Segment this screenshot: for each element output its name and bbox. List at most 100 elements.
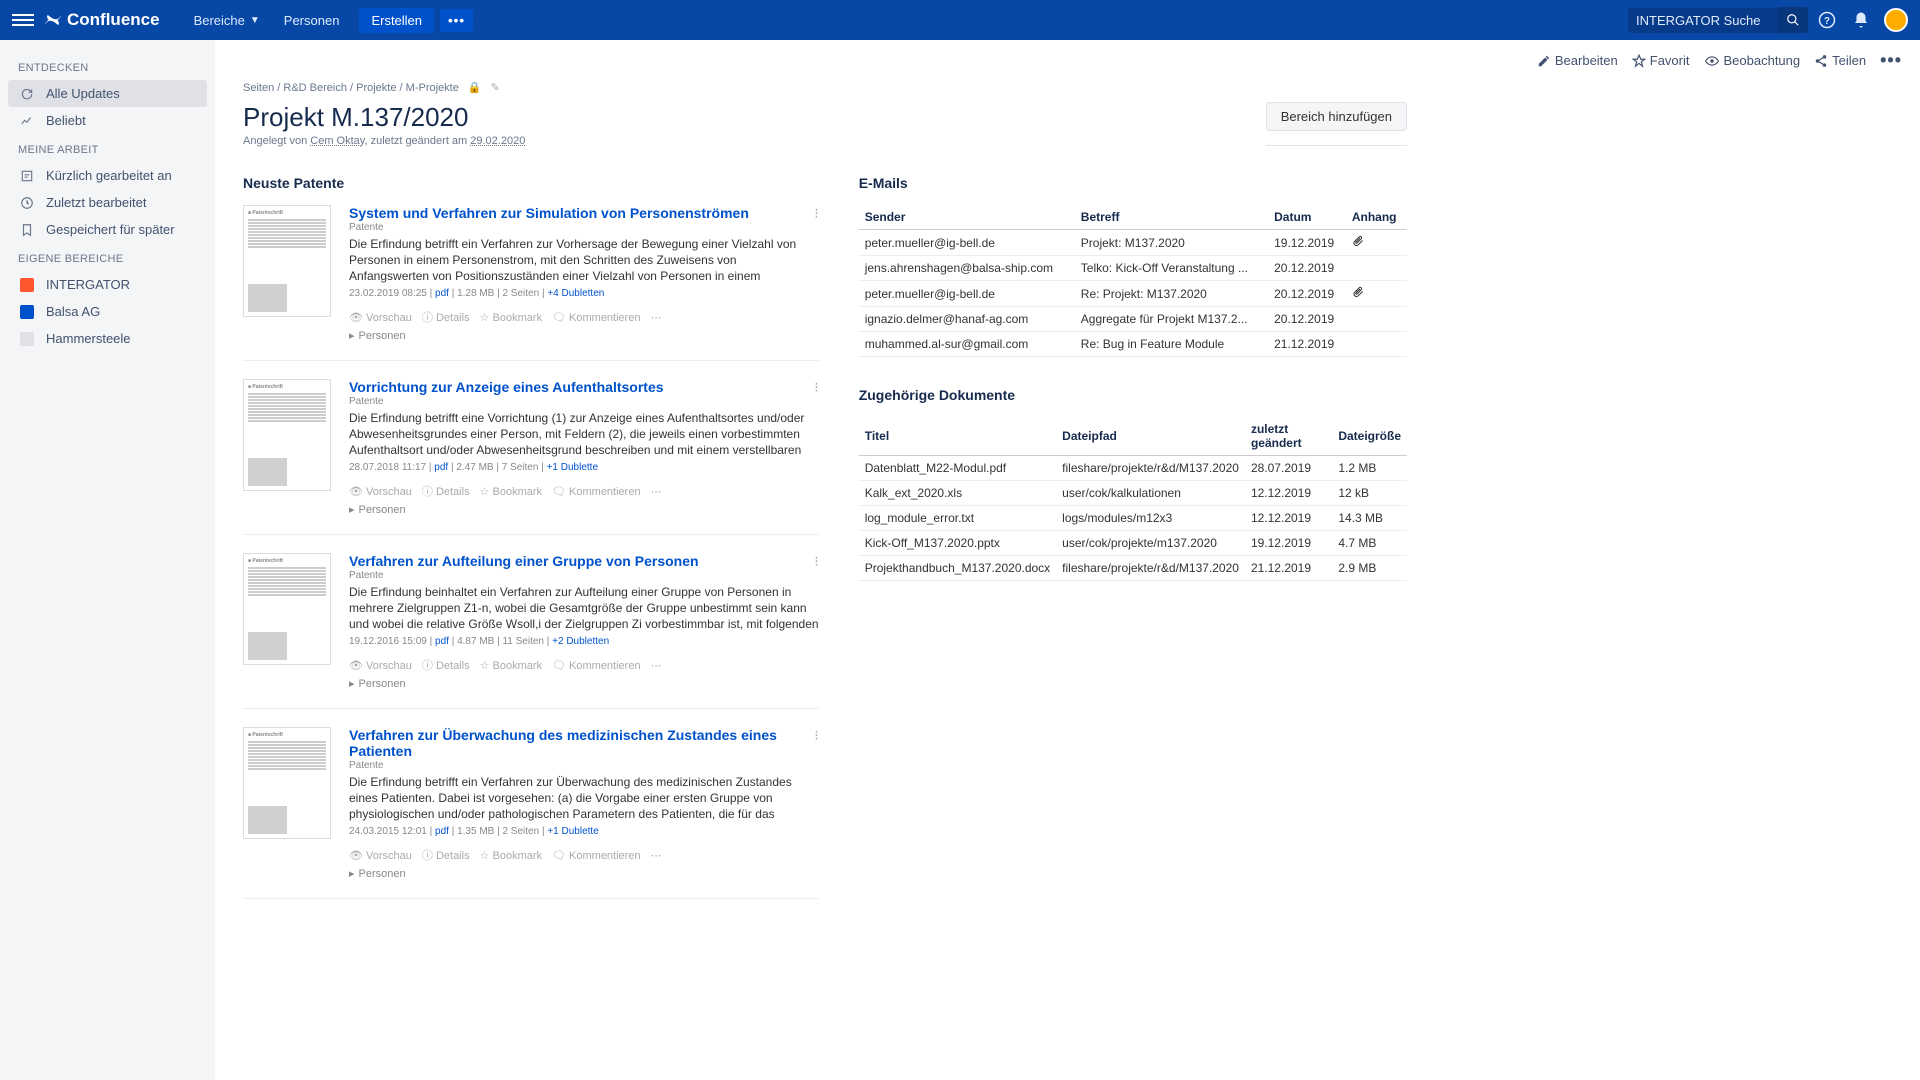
space-icon <box>18 332 36 346</box>
email-row[interactable]: peter.mueller@ig-bell.deProjekt: M137.20… <box>859 230 1407 256</box>
patent-type: Patente <box>349 396 819 407</box>
nav-people[interactable]: Personen <box>272 0 352 40</box>
comment-action[interactable]: 🗨 Kommentieren <box>552 659 641 672</box>
modified-date-link[interactable]: 29.02.2020 <box>470 135 525 147</box>
watch-button[interactable]: Beobachtung <box>1704 53 1801 68</box>
restrictions-icon[interactable]: 🔒 <box>468 82 482 94</box>
document-thumbnail[interactable]: ■ Patentschrift <box>243 379 331 491</box>
row-more-icon[interactable]: ⋯ <box>651 311 662 324</box>
document-thumbnail[interactable]: ■ Patentschrift <box>243 553 331 665</box>
attachment-icon <box>1352 235 1364 247</box>
details-action[interactable]: ⓘ Details <box>422 483 470 499</box>
breadcrumb-item[interactable]: R&D Bereich <box>283 82 347 94</box>
duplicates-link[interactable]: +2 Dubletten <box>552 636 609 647</box>
breadcrumb-item[interactable]: M-Projekte <box>406 82 459 94</box>
email-row[interactable]: ignazio.delmer@hanaf-ag.comAggregate für… <box>859 307 1407 332</box>
email-row[interactable]: peter.mueller@ig-bell.deRe: Projekt: M13… <box>859 281 1407 307</box>
document-thumbnail[interactable]: ■ Patentschrift <box>243 205 331 317</box>
comment-action[interactable]: 🗨 Kommentieren <box>552 849 641 862</box>
format-link[interactable]: pdf <box>435 288 449 299</box>
breadcrumb-item[interactable]: Projekte <box>356 82 396 94</box>
persons-expand[interactable]: ▸ Personen <box>349 677 819 690</box>
row-more-icon[interactable]: ⋯ <box>651 659 662 672</box>
preview-action[interactable]: 👁 Vorschau <box>349 311 412 324</box>
details-action[interactable]: ⓘ Details <box>422 309 470 325</box>
preview-action[interactable]: 👁 Vorschau <box>349 849 412 862</box>
format-link[interactable]: pdf <box>435 636 449 647</box>
details-action[interactable]: ⓘ Details <box>422 657 470 673</box>
confluence-logo[interactable]: Confluence <box>44 10 160 30</box>
sidebar-space-item[interactable]: INTERGATOR <box>8 271 207 298</box>
row-menu-icon[interactable]: ⁝ <box>814 205 818 222</box>
doc-size: 12 kB <box>1332 481 1407 506</box>
user-avatar[interactable] <box>1884 8 1908 32</box>
format-link[interactable]: pdf <box>435 826 449 837</box>
add-space-button[interactable]: Bereich hinzufügen <box>1266 102 1407 131</box>
persons-expand[interactable]: ▸ Personen <box>349 503 819 516</box>
sidebar-item[interactable]: Beliebt <box>8 107 207 134</box>
edit-button[interactable]: Bearbeiten <box>1537 53 1618 68</box>
doc-row[interactable]: Kick-Off_M137.2020.pptxuser/cok/projekte… <box>859 531 1407 556</box>
comment-action[interactable]: 🗨 Kommentieren <box>552 485 641 498</box>
breadcrumb-item[interactable]: Seiten <box>243 82 274 94</box>
share-icon <box>1814 54 1828 68</box>
search-input[interactable] <box>1628 8 1778 33</box>
edit-inline-icon[interactable]: ✎ <box>491 82 500 94</box>
format-link[interactable]: pdf <box>434 462 448 473</box>
sidebar-space-item[interactable]: Hammersteele <box>8 325 207 352</box>
email-subject: Re: Bug in Feature Module <box>1075 332 1268 357</box>
persons-expand[interactable]: ▸ Personen <box>349 329 819 342</box>
search-icon <box>1786 13 1800 27</box>
email-row[interactable]: muhammed.al-sur@gmail.comRe: Bug in Feat… <box>859 332 1407 357</box>
sidebar-section-mywork: MEINE ARBEIT <box>8 134 207 162</box>
doc-row[interactable]: Projekthandbuch_M137.2020.docxfileshare/… <box>859 556 1407 581</box>
favorite-button[interactable]: Favorit <box>1632 53 1690 68</box>
doc-row[interactable]: Kalk_ext_2020.xlsuser/cok/kalkulationen1… <box>859 481 1407 506</box>
persons-expand[interactable]: ▸ Personen <box>349 867 819 880</box>
row-menu-icon[interactable]: ⁝ <box>814 727 818 744</box>
duplicates-link[interactable]: +1 Dublette <box>547 462 598 473</box>
preview-action[interactable]: 👁 Vorschau <box>349 659 412 672</box>
share-button[interactable]: Teilen <box>1814 53 1866 68</box>
col-title: Titel <box>859 417 1056 456</box>
document-thumbnail[interactable]: ■ Patentschrift <box>243 727 331 839</box>
comment-action[interactable]: 🗨 Kommentieren <box>552 311 641 324</box>
duplicates-link[interactable]: +4 Dubletten <box>547 288 604 299</box>
sidebar-space-item[interactable]: Balsa AG <box>8 298 207 325</box>
sidebar-item[interactable]: Kürzlich gearbeitet an <box>8 162 207 189</box>
help-icon[interactable]: ? <box>1812 5 1842 35</box>
patent-title[interactable]: Verfahren zur Überwachung des medizinisc… <box>349 727 819 759</box>
search-button[interactable] <box>1778 7 1808 33</box>
more-actions-icon[interactable]: ••• <box>1880 50 1902 71</box>
sidebar-item[interactable]: Alle Updates <box>8 80 207 107</box>
create-more-button[interactable]: ••• <box>440 9 473 32</box>
row-more-icon[interactable]: ⋯ <box>651 849 662 862</box>
sidebar-item[interactable]: Gespeichert für später <box>8 216 207 243</box>
doc-size: 4.7 MB <box>1332 531 1407 556</box>
sidebar-item[interactable]: Zuletzt bearbeitet <box>8 189 207 216</box>
email-row[interactable]: jens.ahrenshagen@balsa-ship.comTelko: Ki… <box>859 256 1407 281</box>
chevron-down-icon: ▼ <box>250 15 260 26</box>
patent-title[interactable]: Verfahren zur Aufteilung einer Gruppe vo… <box>349 553 819 569</box>
create-button[interactable]: Erstellen <box>359 8 434 33</box>
row-more-icon[interactable]: ⋯ <box>651 485 662 498</box>
patent-title[interactable]: Vorrichtung zur Anzeige eines Aufenthalt… <box>349 379 819 395</box>
details-action[interactable]: ⓘ Details <box>422 847 470 863</box>
row-menu-icon[interactable]: ⁝ <box>814 379 818 396</box>
doc-row[interactable]: log_module_error.txtlogs/modules/m12x312… <box>859 506 1407 531</box>
doc-row[interactable]: Datenblatt_M22-Modul.pdffileshare/projek… <box>859 456 1407 481</box>
row-menu-icon[interactable]: ⁝ <box>814 553 818 570</box>
patent-title[interactable]: System und Verfahren zur Simulation von … <box>349 205 819 221</box>
bookmark-action[interactable]: ☆ Bookmark <box>480 485 542 498</box>
bookmark-action[interactable]: ☆ Bookmark <box>480 311 542 324</box>
page-title: Projekt M.137/2020 <box>243 102 1266 133</box>
notifications-icon[interactable] <box>1846 5 1876 35</box>
nav-spaces[interactable]: Bereiche▼ <box>182 0 272 40</box>
preview-action[interactable]: 👁 Vorschau <box>349 485 412 498</box>
author-link[interactable]: Cem Oktay <box>310 135 364 147</box>
bookmark-action[interactable]: ☆ Bookmark <box>480 849 542 862</box>
duplicates-link[interactable]: +1 Dublette <box>547 826 598 837</box>
sidebar-item-label: Alle Updates <box>46 86 120 101</box>
bookmark-action[interactable]: ☆ Bookmark <box>480 659 542 672</box>
app-switcher-icon[interactable] <box>12 9 34 31</box>
